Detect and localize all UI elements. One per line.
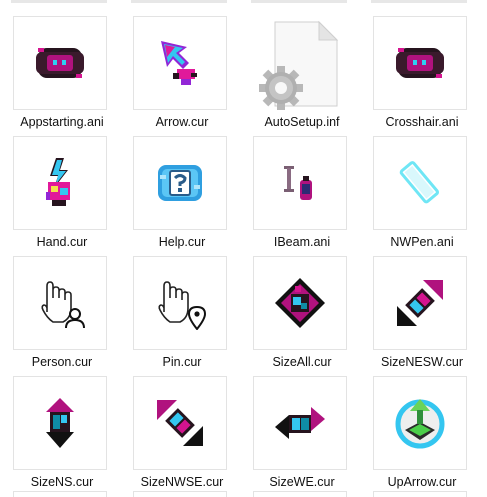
pen-cursor-icon	[399, 161, 440, 204]
file-name: AutoSetup.inf	[264, 115, 340, 129]
file-thumbnail	[13, 16, 107, 110]
file-item-sizenwse[interactable]: SizeNWSE.cur	[127, 376, 237, 494]
partial-thumbnail	[133, 491, 227, 497]
previous-row-edge	[0, 0, 487, 4]
partial-thumbnail	[373, 491, 467, 497]
file-thumbnail	[253, 16, 347, 110]
file-name: UpArrow.cur	[387, 475, 457, 489]
file-thumbnail	[133, 256, 227, 350]
file-name: NWPen.ani	[390, 235, 454, 249]
hand-cursor-icon	[46, 158, 70, 206]
size-all-cursor-icon	[275, 278, 325, 328]
file-item-uparrow[interactable]: UpArrow.cur	[367, 376, 477, 494]
file-item-nwpen[interactable]: NWPen.ani	[367, 136, 477, 254]
file-thumbnail	[373, 256, 467, 350]
file-item-sizens[interactable]: SizeNS.cur	[7, 376, 117, 494]
file-name: Pin.cur	[162, 355, 202, 369]
file-thumbnail	[133, 376, 227, 470]
file-thumbnail	[373, 136, 467, 230]
file-thumbnail	[373, 376, 467, 470]
file-name: Arrow.cur	[155, 115, 209, 129]
appstarting-cursor-icon	[36, 48, 84, 78]
help-cursor-icon	[158, 165, 202, 201]
file-name: IBeam.ani	[273, 235, 331, 249]
ibeam-cursor-icon	[284, 166, 312, 200]
partial-thumbnail	[253, 491, 347, 497]
file-thumbnail	[253, 136, 347, 230]
file-name: SizeWE.cur	[269, 475, 335, 489]
file-name: Crosshair.ani	[385, 115, 459, 129]
file-thumbnail	[13, 136, 107, 230]
file-name: Person.cur	[31, 355, 93, 369]
file-item-person[interactable]: Person.cur	[7, 256, 117, 374]
crosshair-cursor-icon	[396, 48, 444, 78]
file-name: SizeNS.cur	[30, 475, 94, 489]
size-we-cursor-icon	[275, 407, 325, 439]
file-thumbnail	[253, 256, 347, 350]
file-thumbnail	[133, 16, 227, 110]
file-name: Appstarting.ani	[20, 115, 104, 129]
size-nesw-cursor-icon	[397, 280, 443, 326]
file-thumbnail	[253, 376, 347, 470]
file-thumbnail	[13, 256, 107, 350]
person-cursor-icon	[41, 281, 85, 329]
size-nwse-cursor-icon	[157, 400, 203, 446]
file-thumbnail	[373, 16, 467, 110]
file-name: SizeNWSE.cur	[140, 475, 224, 489]
file-item-sizenesw[interactable]: SizeNESW.cur	[367, 256, 477, 374]
file-name: SizeNESW.cur	[381, 355, 463, 369]
file-item-sizeall[interactable]: SizeAll.cur	[247, 256, 357, 374]
file-name: SizeAll.cur	[272, 355, 332, 369]
setup-information-file-icon	[259, 20, 339, 110]
file-item-pin[interactable]: Pin.cur	[127, 256, 237, 374]
file-item-autosetup[interactable]: AutoSetup.inf	[247, 16, 357, 134]
file-item-appstarting[interactable]: Appstarting.ani	[7, 16, 117, 134]
file-thumbnail	[13, 376, 107, 470]
file-name: Hand.cur	[36, 235, 88, 249]
file-item-ibeam[interactable]: IBeam.ani	[247, 136, 357, 254]
partial-thumbnail	[13, 491, 107, 497]
pin-cursor-icon	[158, 281, 207, 330]
file-item-sizewe[interactable]: SizeWE.cur	[247, 376, 357, 494]
file-thumbnail	[133, 136, 227, 230]
size-ns-cursor-icon	[46, 398, 74, 448]
file-name: Help.cur	[158, 235, 206, 249]
file-item-hand[interactable]: Hand.cur	[7, 136, 117, 254]
arrow-cursor-icon	[161, 41, 197, 85]
file-item-help[interactable]: Help.cur	[127, 136, 237, 254]
file-item-arrow[interactable]: Arrow.cur	[127, 16, 237, 134]
file-item-crosshair[interactable]: Crosshair.ani	[367, 16, 477, 134]
up-arrow-cursor-icon	[395, 399, 445, 449]
